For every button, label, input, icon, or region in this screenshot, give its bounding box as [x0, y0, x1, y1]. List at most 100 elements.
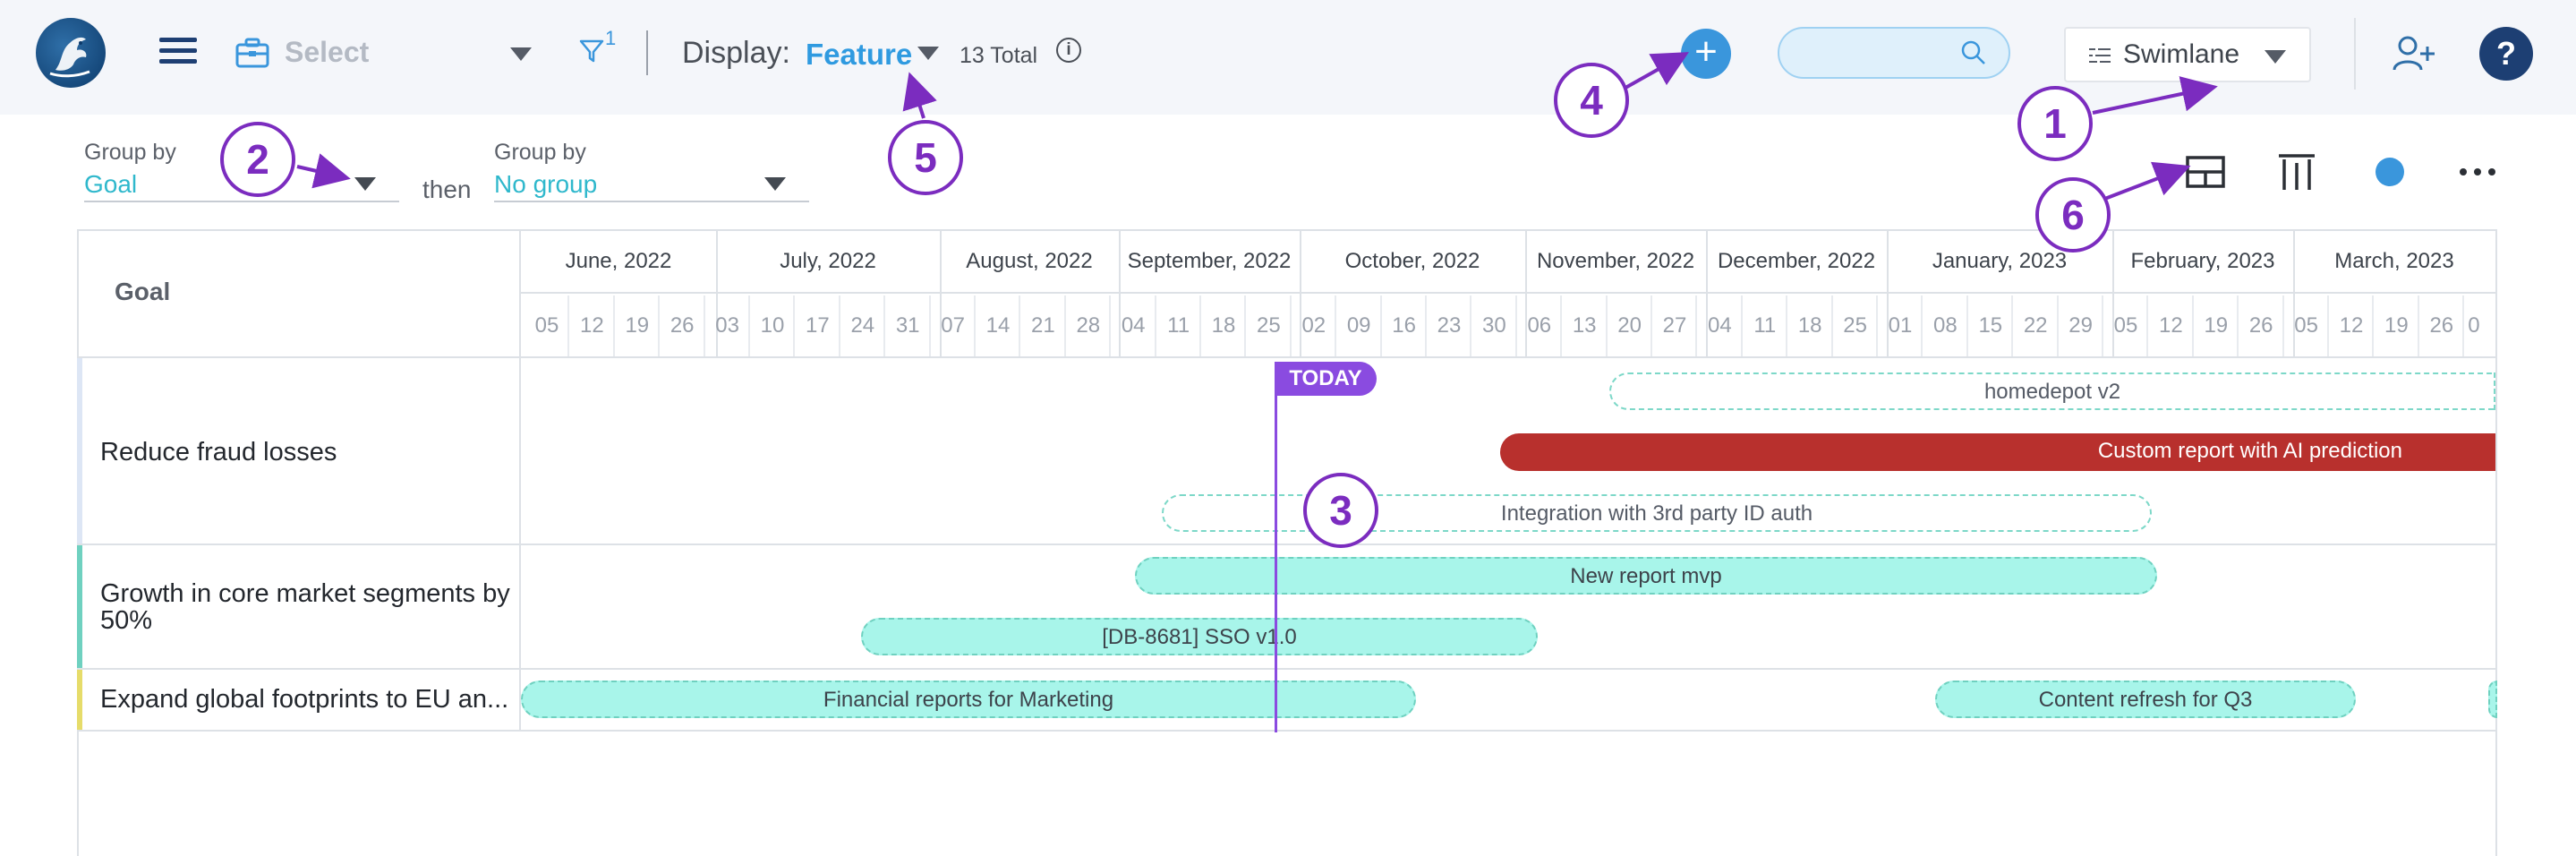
- goal-column-divider: [519, 229, 521, 731]
- feature-bar[interactable]: Financial reports for Marketing: [521, 681, 1416, 718]
- week-divider: [1379, 295, 1382, 356]
- row-label[interactable]: Expand global footprints to EU an...: [100, 686, 512, 713]
- week-divider: [2372, 295, 2375, 356]
- week-label: 29: [2068, 313, 2093, 338]
- week-label: 06: [1527, 313, 1552, 338]
- week-label: 05: [534, 313, 559, 338]
- week-label: 31: [895, 313, 920, 338]
- display-value[interactable]: Feature: [806, 38, 912, 72]
- search-icon[interactable]: [1960, 39, 1987, 66]
- chevron-down-icon: [510, 47, 532, 61]
- week-divider: [838, 295, 840, 356]
- week-divider: [1786, 295, 1788, 356]
- more-icon[interactable]: [2456, 150, 2499, 193]
- week-divider: [1425, 295, 1427, 356]
- week-divider: [1109, 295, 1112, 356]
- week-label: 12: [580, 313, 604, 338]
- second-group-by-value[interactable]: No group: [494, 170, 597, 199]
- menu-icon[interactable]: [159, 38, 197, 66]
- swimlane-select[interactable]: Swimlane: [2064, 27, 2311, 82]
- month-label: December, 2022: [1717, 249, 1876, 273]
- week-label: 25: [1257, 313, 1281, 338]
- week-label: 22: [2023, 313, 2048, 338]
- header-divider: [77, 356, 2497, 358]
- week-divider: [1199, 295, 1201, 356]
- week-divider: [1335, 295, 1337, 356]
- group-by-value[interactable]: Goal: [84, 170, 137, 199]
- month-label: November, 2022: [1536, 249, 1695, 273]
- week-label: 0: [2468, 313, 2480, 338]
- week-label: 26: [2248, 313, 2273, 338]
- display-chevron-icon[interactable]: [917, 47, 939, 60]
- week-divider: [793, 295, 796, 356]
- week-divider: [1514, 295, 1517, 356]
- feature-bar[interactable]: Content refresh for Q3: [1935, 681, 2356, 718]
- search-input[interactable]: [1801, 29, 1962, 77]
- week-divider: [2282, 295, 2284, 356]
- row-label[interactable]: Reduce fraud losses: [100, 439, 494, 466]
- week-divider: [1605, 295, 1608, 356]
- week-divider: [703, 295, 705, 356]
- row-label[interactable]: Growth in core market segments by 50%: [100, 580, 512, 634]
- week-divider: [974, 295, 976, 356]
- info-icon[interactable]: i: [1056, 38, 1081, 63]
- feature-bar[interactable]: Custom report with AI prediction: [1500, 433, 2495, 471]
- week-divider: [567, 295, 570, 356]
- week-label: 17: [806, 313, 830, 338]
- week-label: 07: [941, 313, 965, 338]
- month-label: July, 2022: [780, 249, 876, 273]
- month-label: January, 2023: [1932, 249, 2068, 273]
- add-user-icon[interactable]: [2392, 34, 2436, 73]
- group-by-chevron-icon[interactable]: [354, 177, 376, 191]
- row-divider: [77, 544, 2497, 545]
- logo-icon[interactable]: [36, 18, 106, 88]
- color-dot-icon[interactable]: [2376, 158, 2404, 186]
- week-divider: [1063, 295, 1066, 356]
- week-label: 04: [1121, 313, 1146, 338]
- help-icon[interactable]: ?: [2479, 27, 2533, 81]
- week-label: 09: [1346, 313, 1371, 338]
- layout-icon[interactable]: [2184, 150, 2227, 193]
- week-divider: [1560, 295, 1563, 356]
- week-divider: [2327, 295, 2329, 356]
- week-label: 28: [1076, 313, 1101, 338]
- goal-column-header: Goal: [115, 278, 171, 305]
- week-divider: [2417, 295, 2419, 356]
- week-label: 15: [1978, 313, 2003, 338]
- swimlane-label: Swimlane: [2123, 39, 2240, 69]
- feature-bar[interactable]: [2488, 681, 2497, 718]
- month-label: August, 2022: [966, 249, 1093, 273]
- week-divider: [1651, 295, 1652, 356]
- second-group-by-chevron-icon[interactable]: [764, 177, 786, 191]
- week-divider: [1019, 295, 1021, 356]
- week-label: 20: [1617, 313, 1642, 338]
- week-label: 14: [985, 313, 1011, 338]
- columns-icon[interactable]: [2275, 150, 2318, 193]
- today-label: TODAY: [1275, 362, 1377, 396]
- feature-bar[interactable]: New report mvp: [1135, 557, 2157, 595]
- week-divider: [2102, 295, 2103, 356]
- briefcase-icon: [235, 38, 269, 68]
- feature-bar[interactable]: [DB-8681] SSO v1.0: [861, 618, 1538, 655]
- feature-bar[interactable]: homedepot v2: [1609, 372, 2495, 410]
- week-label: 19: [2384, 313, 2409, 338]
- search-box[interactable]: [1778, 27, 2010, 79]
- week-label: 19: [2204, 313, 2229, 338]
- row-accent: [77, 358, 82, 544]
- filter-button[interactable]: 1: [578, 27, 616, 70]
- week-divider: [1470, 295, 1472, 356]
- total-count: 13 Total: [960, 43, 1038, 68]
- add-button[interactable]: +: [1681, 29, 1731, 79]
- week-divider: [658, 295, 661, 356]
- week-label: 24: [850, 313, 875, 338]
- week-label: 26: [2429, 313, 2454, 338]
- callout-5: 5: [888, 120, 963, 195]
- week-label: 03: [715, 313, 739, 338]
- week-label: 25: [1843, 313, 1867, 338]
- product-select[interactable]: [235, 32, 539, 75]
- week-label: 13: [1572, 313, 1597, 338]
- week-divider: [2146, 295, 2149, 356]
- week-label: 11: [1753, 313, 1777, 338]
- month-label: March, 2023: [2334, 249, 2454, 273]
- week-label: 18: [1797, 313, 1822, 338]
